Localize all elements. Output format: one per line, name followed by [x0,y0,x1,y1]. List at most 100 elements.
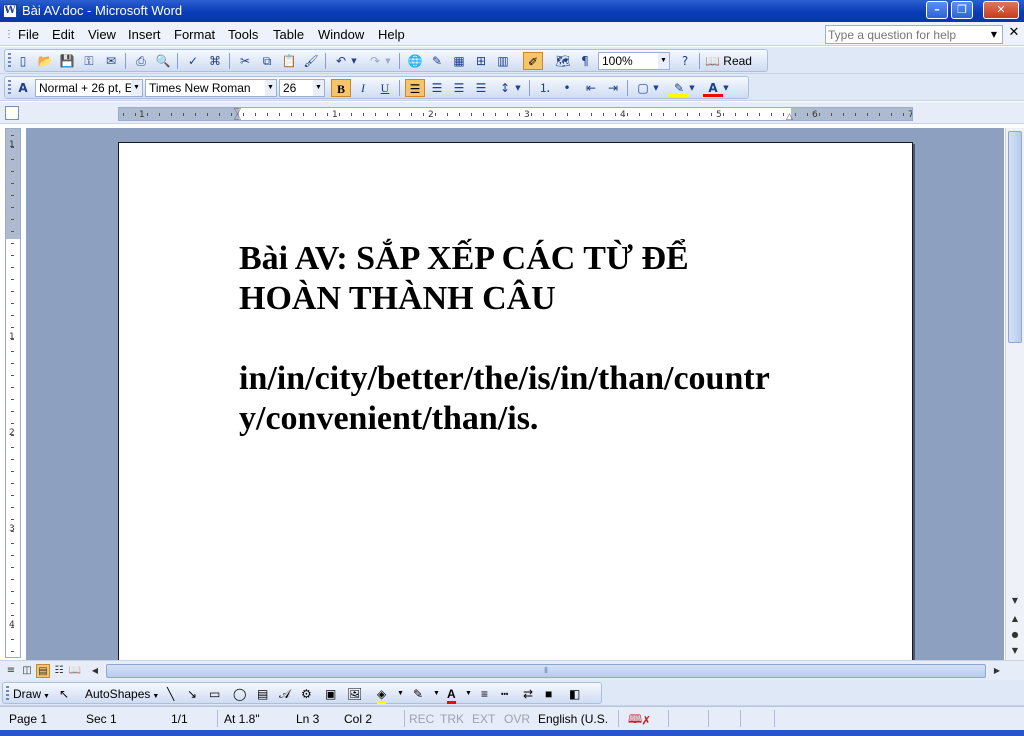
permission-icon[interactable]: ⚿ [79,52,99,70]
format-painter-icon[interactable]: 🖌 [301,52,321,70]
insert-picture-icon[interactable]: 🖼 [347,687,362,701]
bold-button[interactable]: B [331,79,351,97]
help-dropdown-icon[interactable]: ▼ [987,27,1001,42]
toolbar-grip[interactable] [6,686,9,702]
text-box-icon[interactable]: ▤ [257,687,268,701]
status-ovr[interactable]: OVR [504,712,530,726]
drawing-icon[interactable]: ✐ [523,52,543,70]
print-layout-icon[interactable]: ▤ [36,664,50,678]
print-icon[interactable]: ⎙ [131,52,151,70]
line-spacing-icon[interactable]: ↕ [495,79,515,97]
menu-format[interactable]: Format [174,27,215,43]
clip-art-icon[interactable]: ▣ [325,687,336,701]
scroll-down-arrow-icon[interactable]: ▼ [1008,594,1022,608]
show-hide-paragraph-icon[interactable]: ¶ [575,52,595,70]
help-icon[interactable]: ? [675,52,695,70]
paste-icon[interactable]: 📋 [279,52,299,70]
rectangle-icon[interactable]: ▭ [209,687,220,701]
draw-font-color-dropdown-icon[interactable]: ▼ [465,687,472,701]
document-line[interactable]: HOÀN THÀNH CÂU [239,279,556,319]
increase-indent-icon[interactable]: ⇥ [603,79,623,97]
document-close-button[interactable]: ✕ [1007,24,1021,42]
toolbar-grip[interactable] [8,80,11,96]
underline-button[interactable]: U [375,79,395,97]
diagram-icon[interactable]: ⚙ [301,687,312,701]
normal-view-icon[interactable]: ≡ [4,664,18,678]
vertical-scrollbar[interactable]: ▼ ▲ ● ▼ [1005,128,1024,660]
horizontal-scrollbar[interactable]: ⦀ [104,664,988,678]
font-color-dropdown-icon[interactable]: ▼ [721,79,731,97]
menu-tools[interactable]: Tools [228,27,258,43]
menu-insert[interactable]: Insert [128,27,161,43]
insert-excel-icon[interactable]: ⊞ [471,52,491,70]
highlight-dropdown-icon[interactable]: ▼ [687,79,697,97]
menu-window[interactable]: Window [318,27,364,43]
scroll-left-arrow-icon[interactable]: ◀ [88,664,102,678]
tab-selector-icon[interactable] [5,106,19,120]
style-dropdown-icon[interactable]: ▼ [131,80,142,96]
font-dropdown-icon[interactable]: ▼ [265,80,276,96]
status-rec[interactable]: REC [409,712,434,726]
close-button[interactable]: ✕ [983,1,1019,19]
scroll-right-arrow-icon[interactable]: ▶ [990,664,1004,678]
line-color-dropdown-icon[interactable]: ▼ [433,687,440,701]
document-line[interactable]: y/convenient/than/is. [239,399,538,439]
document-line[interactable]: Bài AV: SẮP XẾP CÁC TỪ ĐỂ [239,239,689,279]
align-left-icon[interactable]: ☰ [405,79,425,97]
borders-icon[interactable]: ▢ [633,79,653,97]
insert-table-icon[interactable]: ▦ [449,52,469,70]
right-indent-marker[interactable]: △ [786,113,793,121]
line-icon[interactable]: ╲ [167,687,174,701]
vertical-scroll-thumb[interactable] [1008,131,1022,343]
copy-icon[interactable]: ⧉ [257,52,277,70]
web-layout-icon[interactable]: ◫ [20,664,34,678]
document-line[interactable]: in/in/city/better/the/is/in/than/countr [239,359,770,399]
document-page[interactable]: Bài AV: SẮP XẾP CÁC TỪ ĐỂ HOÀN THÀNH CÂU… [118,142,913,660]
new-document-icon[interactable]: ▯ [13,52,33,70]
reading-layout-icon[interactable]: 📖 [68,664,82,678]
menu-help[interactable]: Help [378,27,405,43]
open-folder-icon[interactable]: 📂 [35,52,55,70]
3d-style-icon[interactable]: ◧ [569,687,580,701]
style-combo[interactable]: Normal + 26 pt, E ▼ [35,79,143,97]
outline-view-icon[interactable]: ☷ [52,664,66,678]
status-trk[interactable]: TRK [440,712,464,726]
line-color-icon[interactable]: ✎ [413,687,423,701]
dash-style-icon[interactable]: ┅ [501,687,508,701]
maximize-button[interactable]: ❐ [951,1,973,19]
italic-button[interactable]: I [353,79,373,97]
redo-icon[interactable]: ↷ [365,52,385,70]
save-icon[interactable]: 💾 [57,52,77,70]
font-color-icon[interactable]: A [703,79,723,97]
fill-color-dropdown-icon[interactable]: ▼ [397,687,404,701]
email-icon[interactable]: ✉ [101,52,121,70]
previous-page-icon[interactable]: ▲ [1008,612,1022,626]
menu-edit[interactable]: Edit [52,27,74,43]
zoom-dropdown-icon[interactable]: ▼ [658,53,669,69]
autoshapes-menu-button[interactable]: AutoShapes ▼ [85,687,159,704]
highlight-icon[interactable]: ✎ [669,79,689,97]
undo-icon[interactable]: ↶ [331,52,351,70]
tables-borders-icon[interactable]: ✎ [427,52,447,70]
help-search-box[interactable]: ▼ [825,25,1003,44]
menu-table[interactable]: Table [273,27,304,43]
redo-dropdown-icon[interactable]: ▼ [383,52,393,70]
toolbar-grip[interactable] [8,53,11,69]
horizontal-ruler[interactable]: 1 1 2 3 4 5 6 7 ▽ △ △ [118,107,913,121]
align-center-icon[interactable]: ☰ [427,79,447,97]
next-page-icon[interactable]: ▼ [1008,644,1022,658]
fill-color-icon[interactable]: ◈ [377,687,387,704]
select-objects-icon[interactable]: ↖ [59,687,69,701]
arrow-style-icon[interactable]: ⇄ [523,687,533,701]
vertical-ruler[interactable]: 1 1 2 3 4 [5,128,21,658]
read-button[interactable]: 📖 Read [705,53,752,69]
shadow-style-icon[interactable]: ■ [545,687,552,701]
menu-file[interactable]: File [18,27,39,43]
research-icon[interactable]: ⌘ [205,52,225,70]
select-browse-object-icon[interactable]: ● [1008,628,1022,642]
justify-icon[interactable]: ☰ [471,79,491,97]
font-size-combo[interactable]: 26 ▼ [279,79,325,97]
draw-menu-button[interactable]: Draw ▼ [13,687,50,704]
document-map-icon[interactable]: 🗺 [553,52,573,70]
bullets-icon[interactable]: • [557,79,577,97]
